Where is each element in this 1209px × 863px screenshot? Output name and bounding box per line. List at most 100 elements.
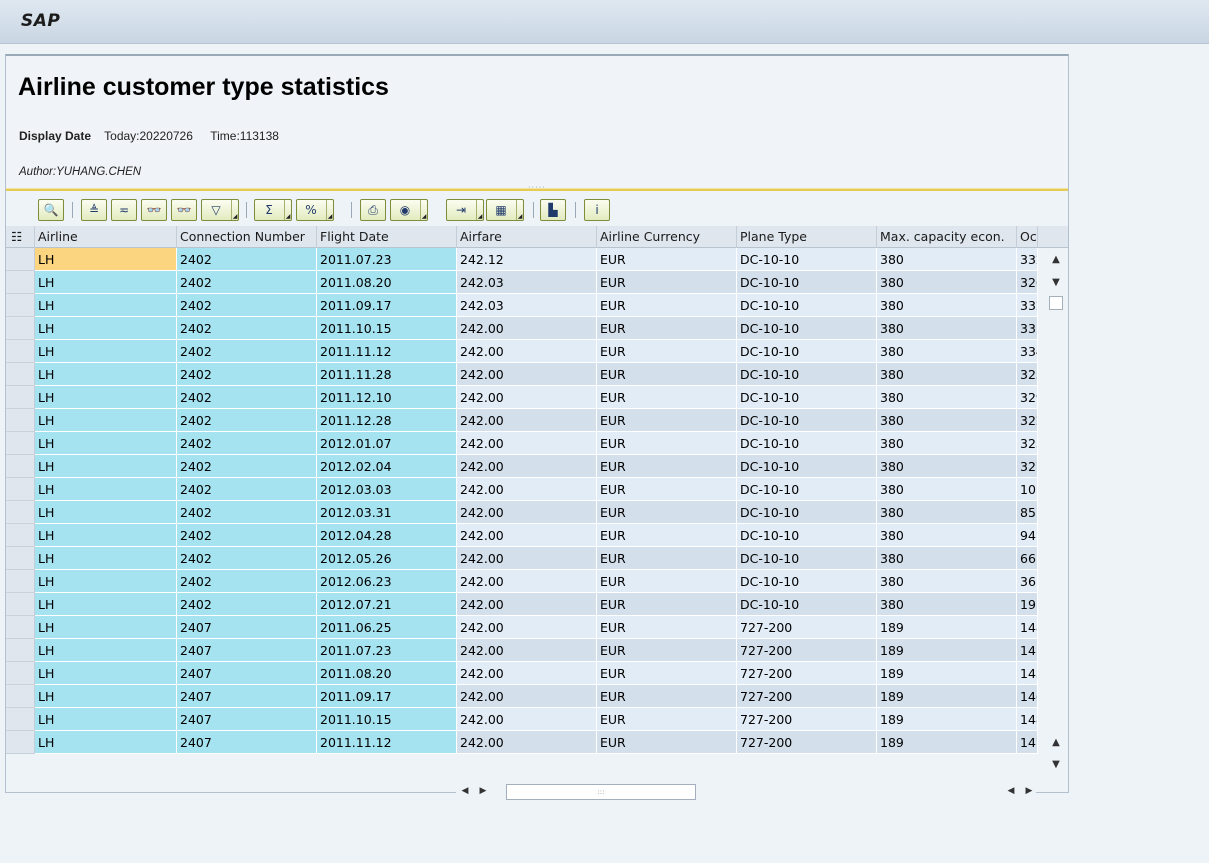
table-cell[interactable]: 2011.08.20 [317,271,457,294]
table-row[interactable]: LH24022011.12.10242.00EURDC-10-10380329 [6,386,1038,409]
table-cell[interactable]: 2011.12.28 [317,409,457,432]
views-button[interactable]: ◉ ◢ [390,199,428,221]
table-cell[interactable]: LH [35,547,177,570]
table-cell[interactable]: 2402 [177,501,317,524]
table-cell[interactable]: 19 [1017,593,1038,616]
row-selector[interactable] [6,386,35,409]
table-cell[interactable]: 2402 [177,570,317,593]
table-cell[interactable]: 147 [1017,731,1038,754]
table-cell[interactable]: DC-10-10 [737,570,877,593]
table-cell[interactable]: 189 [877,662,1017,685]
table-cell[interactable]: 242.00 [457,478,597,501]
table-cell[interactable]: 380 [877,271,1017,294]
row-selector[interactable] [6,547,35,570]
table-cell[interactable]: DC-10-10 [737,386,877,409]
table-cell[interactable]: 2407 [177,662,317,685]
table-cell[interactable]: 322 [1017,409,1038,432]
table-cell[interactable]: 2402 [177,340,317,363]
table-row[interactable]: LH24072011.07.23242.00EUR727-200189141 [6,639,1038,662]
dropdown-arrow-icon[interactable]: ◢ [284,200,291,220]
table-cell[interactable]: 2402 [177,478,317,501]
table-row[interactable]: LH 2402 2012.05.26 242.00 EUR DC-10-10 380 66 [6,547,1038,570]
table-cell[interactable]: 242.00 [457,363,597,386]
vertical-scroll-thumb[interactable] [1049,296,1063,310]
scroll-page-down-icon[interactable]: ▼ [1048,756,1064,772]
dropdown-arrow-icon[interactable]: ◢ [420,200,427,220]
table-cell[interactable]: 2407 [177,685,317,708]
table-cell[interactable]: 242.00 [457,409,597,432]
table-cell[interactable]: 2012.03.03 [317,478,457,501]
table-cell[interactable]: 329 [1017,386,1038,409]
table-cell[interactable]: 2407 [177,639,317,662]
table-cell[interactable]: 727-200 [737,731,877,754]
table-cell[interactable]: 85 [1017,501,1038,524]
table-cell[interactable]: 326 [1017,271,1038,294]
table-cell[interactable]: 2012.04.28 [317,524,457,547]
table-cell[interactable]: 380 [877,593,1017,616]
table-row[interactable]: LH24022011.12.28242.00EURDC-10-10380322 [6,409,1038,432]
table-row[interactable]: LH24072011.11.12242.00EUR727-200189147 [6,731,1038,754]
table-cell[interactable]: EUR [597,570,737,593]
table-cell[interactable]: DC-10-10 [737,455,877,478]
table-cell[interactable]: EUR [597,593,737,616]
export-button[interactable]: ⇥ ◢ [446,199,484,221]
row-selector[interactable] [6,478,35,501]
row-selector[interactable] [6,593,35,616]
table-cell[interactable]: 327 [1017,455,1038,478]
table-cell[interactable]: 380 [877,294,1017,317]
table-cell[interactable]: 242.00 [457,593,597,616]
scroll-down-icon[interactable]: ▼ [1048,274,1064,290]
table-cell[interactable]: 2402 [177,455,317,478]
total-button[interactable]: Σ ◢ [254,199,292,221]
table-cell[interactable]: LH [35,294,177,317]
table-cell[interactable]: 148 [1017,708,1038,731]
table-cell[interactable]: 2011.11.12 [317,731,457,754]
table-cell[interactable]: 242.00 [457,501,597,524]
table-cell[interactable]: DC-10-10 [737,593,877,616]
table-cell[interactable]: LH [35,386,177,409]
table-cell[interactable]: 2011.10.15 [317,317,457,340]
table-row[interactable]: LH24022011.08.20242.03EURDC-10-10380326 [6,271,1038,294]
table-row[interactable]: LH 2402 2012.03.31 242.00 EUR DC-10-10 380 85 [6,501,1038,524]
row-selector[interactable] [6,409,35,432]
column-header[interactable]: Flight Date [317,226,457,248]
table-cell[interactable]: DC-10-10 [737,409,877,432]
table-cell[interactable]: DC-10-10 [737,294,877,317]
table-cell[interactable]: LH [35,501,177,524]
table-cell[interactable]: 380 [877,317,1017,340]
table-cell[interactable]: LH [35,432,177,455]
column-header[interactable]: Airline [35,226,177,248]
sort-ascending-button[interactable]: ≜ [81,199,107,221]
table-cell[interactable]: 380 [877,501,1017,524]
table-cell[interactable]: 2402 [177,294,317,317]
table-cell[interactable]: LH [35,731,177,754]
horizontal-scrollbar[interactable]: ◀ ▶ ::: ◀ ▶ [456,780,1036,802]
table-cell[interactable]: 325 [1017,363,1038,386]
table-cell[interactable]: 242.00 [457,524,597,547]
table-cell[interactable]: EUR [597,432,737,455]
row-selector[interactable] [6,731,35,754]
table-cell[interactable]: 242.00 [457,547,597,570]
table-cell[interactable]: 242.03 [457,271,597,294]
table-cell[interactable]: 332 [1017,248,1038,271]
table-cell[interactable]: DC-10-10 [737,248,877,271]
table-cell[interactable]: LH [35,340,177,363]
table-cell[interactable]: 242.00 [457,455,597,478]
table-cell[interactable]: LH [35,455,177,478]
table-cell[interactable]: 189 [877,708,1017,731]
scroll-fixed-right-icon[interactable]: ▶ [1022,784,1036,798]
table-row[interactable]: LH24022012.02.04242.00EURDC-10-10380327 [6,455,1038,478]
table-cell[interactable]: 2011.12.10 [317,386,457,409]
table-cell[interactable]: DC-10-10 [737,363,877,386]
table-cell[interactable]: 2402 [177,248,317,271]
table-cell[interactable]: 2402 [177,386,317,409]
table-cell[interactable]: 2011.09.17 [317,685,457,708]
table-cell[interactable]: 727-200 [737,708,877,731]
row-selector[interactable] [6,455,35,478]
table-cell[interactable]: 242.00 [457,616,597,639]
column-header[interactable]: Airfare [457,226,597,248]
column-header[interactable]: Airline Currency [597,226,737,248]
table-cell[interactable]: EUR [597,547,737,570]
table-cell[interactable]: 242.00 [457,340,597,363]
table-row[interactable]: LH24022011.11.12242.00EURDC-10-10380334 [6,340,1038,363]
